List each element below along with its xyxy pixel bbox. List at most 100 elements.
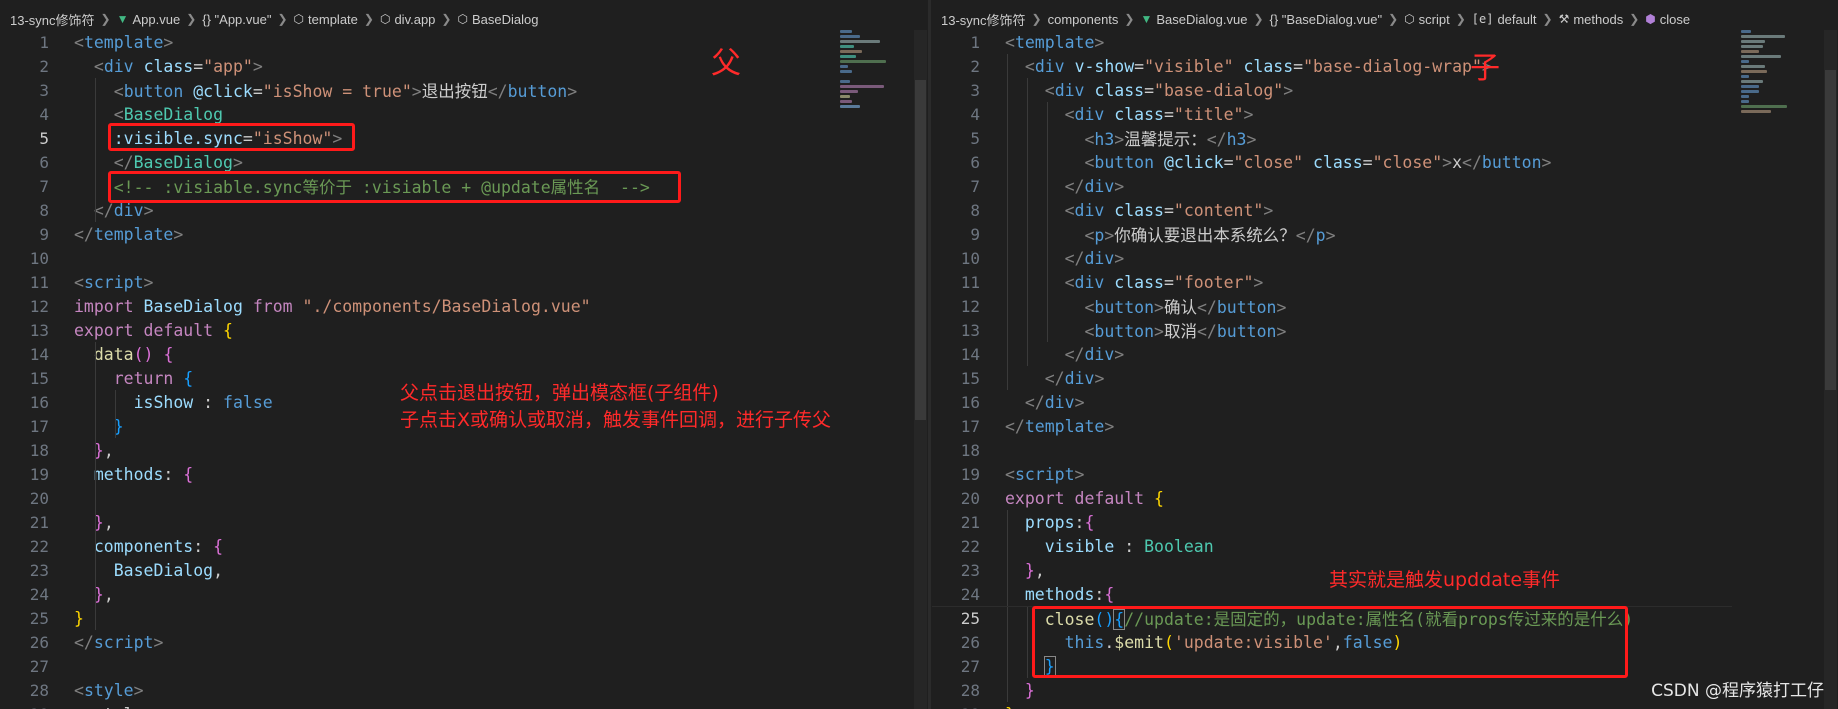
code-line: 2 <div v-show="visible" class="base-dial… xyxy=(970,56,1492,76)
indent-guide xyxy=(115,390,116,438)
label-parent: 父 xyxy=(711,46,741,81)
indent-guide xyxy=(95,78,96,222)
highlight-box-emit xyxy=(1032,606,1628,678)
highlight-box-visible-sync xyxy=(108,123,355,151)
scrollbar-thumb[interactable] xyxy=(1825,70,1836,390)
breadcrumb-item-default[interactable]: [e] default xyxy=(1472,12,1537,27)
code-line: 1 <template> xyxy=(39,32,174,52)
vertical-scrollbar[interactable] xyxy=(914,30,927,709)
code-line: 29 style xyxy=(0,702,928,709)
code-line: 6 <button @click="close" class="close">x… xyxy=(970,152,1552,172)
chevron-right-icon: ❯ xyxy=(441,12,452,26)
code-line: 21 }, xyxy=(29,512,114,532)
breadcrumb-item-close[interactable]: ⬢ close xyxy=(1645,12,1690,27)
code-line: 13 <button>取消</button> xyxy=(960,320,1287,342)
code-line: 18 xyxy=(960,440,980,460)
scrollbar-thumb[interactable] xyxy=(915,80,926,420)
indent-guide xyxy=(1027,606,1028,678)
chevron-right-icon: ❯ xyxy=(100,12,111,26)
indent-guide xyxy=(1047,102,1048,342)
code-line: 22 visible : Boolean xyxy=(960,536,1214,556)
chevron-right-icon: ❯ xyxy=(1124,12,1135,26)
breadcrumb-item-script[interactable]: ⬡ script xyxy=(1404,12,1450,27)
code-line: 23 BaseDialog, xyxy=(29,560,224,580)
breadcrumb-item-module[interactable]: {} "BaseDialog.vue" xyxy=(1270,12,1383,27)
close-cube-icon: ⬢ xyxy=(1645,12,1656,26)
editor-pane-app-vue: 13-sync修饰符 ❯ ▼ App.vue ❯ {} "App.vue" ❯ ⬡… xyxy=(0,0,928,709)
default-brackets-icon: [e] xyxy=(1471,12,1494,26)
watermark: CSDN @程序猿打工仔 xyxy=(1651,681,1824,701)
chevron-right-icon: ❯ xyxy=(1253,12,1264,26)
methods-wrench-icon: ⚒ xyxy=(1558,12,1570,26)
code-line: 2 <div class="app"> xyxy=(39,56,263,76)
script-tag-icon: ⬡ xyxy=(1404,12,1415,26)
vertical-scrollbar[interactable] xyxy=(1824,30,1837,709)
code-line: 19 methods: { xyxy=(29,464,194,484)
code-line: 29} xyxy=(931,702,1838,709)
breadcrumb-item-methods[interactable]: ⚒ methods xyxy=(1559,12,1624,27)
template-tag-icon: ⬡ xyxy=(293,12,305,26)
annotation-note: 其实就是触发upddate事件 xyxy=(1329,569,1561,591)
code-line: 18 }, xyxy=(29,440,114,460)
code-line: 1 <template> xyxy=(970,32,1105,52)
breadcrumb-item-file[interactable]: ▼ BaseDialog.vue xyxy=(1140,12,1247,27)
indent-guide xyxy=(1027,78,1028,366)
code-line: 3 <div class="base-dialog"> xyxy=(970,80,1294,100)
chevron-right-icon: ❯ xyxy=(186,12,197,26)
chevron-right-icon: ❯ xyxy=(1629,12,1640,26)
code-line: 26 </script> xyxy=(29,632,164,652)
chevron-right-icon: ❯ xyxy=(363,12,374,26)
code-line: 15 </div> xyxy=(960,368,1105,388)
code-line: 22 components: { xyxy=(29,536,224,556)
minimap[interactable] xyxy=(840,30,900,210)
annotation-note-line1: 父点击退出按钮，弹出模态框(子组件) xyxy=(400,382,719,404)
code-line: 24 }, xyxy=(29,584,114,604)
code-line: 14 data() { xyxy=(29,344,174,364)
code-line: 12 import BaseDialog from "./components/B… xyxy=(29,296,591,316)
component-tag-icon: ⬡ xyxy=(457,12,468,26)
breadcrumb-item-components[interactable]: components xyxy=(1048,12,1119,27)
breadcrumb-item-module[interactable]: {} "App.vue" xyxy=(202,12,271,27)
code-line: 21 props:{ xyxy=(960,512,1095,532)
breadcrumb-item-basedialog[interactable]: ⬡ BaseDialog xyxy=(457,12,538,27)
breadcrumb-item-folder[interactable]: 13-sync修饰符 xyxy=(10,10,95,29)
label-child: 子 xyxy=(1470,51,1500,86)
chevron-right-icon: ❯ xyxy=(1455,12,1466,26)
breadcrumb-item-template[interactable]: ⬡ template xyxy=(294,12,358,27)
vue-file-icon: ▼ xyxy=(1140,12,1153,26)
indent-guide xyxy=(1007,54,1008,390)
code-line: 28 <style> xyxy=(29,680,144,700)
code-line: 17 </template> xyxy=(960,416,1115,436)
code-line: 13 export default { xyxy=(29,320,233,340)
code-line: 12 <button>确认</button> xyxy=(960,296,1287,318)
code-line: 3 <button @click="isShow = true">退出按钮</b… xyxy=(39,80,578,102)
chevron-right-icon: ❯ xyxy=(277,12,288,26)
code-line: 27 xyxy=(29,656,49,676)
chevron-right-icon: ❯ xyxy=(1388,12,1399,26)
div-tag-icon: ⬡ xyxy=(379,12,391,26)
code-line: 10 </div> xyxy=(960,248,1125,268)
breadcrumb-item-folder[interactable]: 13-sync修饰符 xyxy=(941,10,1026,29)
code-line: 4 <div class="title"> xyxy=(970,104,1254,124)
chevron-right-icon: ❯ xyxy=(1031,12,1042,26)
code-line: 25} xyxy=(29,608,84,628)
code-line: 11 <div class="footer"> xyxy=(960,272,1264,292)
vue-file-icon: ▼ xyxy=(116,12,129,26)
annotation-note-line2: 子点击X或确认或取消，触发事件回调，进行子传父 xyxy=(400,409,832,431)
indent-guide xyxy=(95,342,96,630)
code-line: 7 </div> xyxy=(970,176,1125,196)
code-line: 9 <p>你确认要退出本系统么？</p> xyxy=(970,224,1336,246)
code-line: 19 <script> xyxy=(960,464,1085,484)
highlight-box-comment xyxy=(108,171,681,203)
chevron-right-icon: ❯ xyxy=(1542,12,1553,26)
code-line: 16 </div> xyxy=(960,392,1085,412)
breadcrumb-item-file[interactable]: ▼ App.vue xyxy=(117,12,181,27)
breadcrumb-item-div-app[interactable]: ⬡ div.app xyxy=(380,12,435,27)
minimap[interactable] xyxy=(1741,30,1801,210)
code-line: 20 xyxy=(29,488,49,508)
code-line: 10 xyxy=(29,248,49,268)
code-line: 14 </div> xyxy=(960,344,1125,364)
code-line: 11 <script> xyxy=(29,272,154,292)
code-line: 8 <div class="content"> xyxy=(970,200,1274,220)
code-line: 9 </template> xyxy=(39,224,184,244)
